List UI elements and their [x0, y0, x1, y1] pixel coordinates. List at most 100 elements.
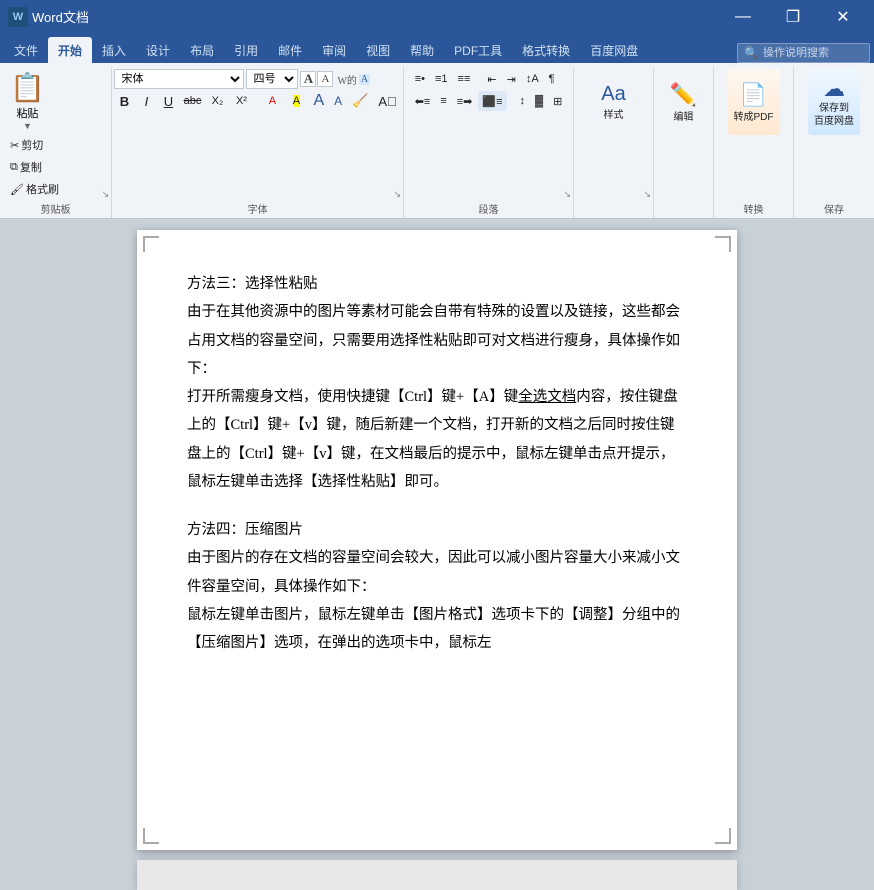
clear-format-icon: 🧹: [352, 93, 368, 109]
line-spacing-button[interactable]: ↕: [516, 91, 530, 111]
italic-button[interactable]: I: [136, 91, 156, 111]
section3-body2: 打开所需瘦身文档，使用快捷键【Ctrl】键+【A】键全选文档内容，按住键盘上的【…: [187, 383, 687, 496]
align-left-button[interactable]: ⬅≡: [411, 91, 435, 111]
text-effect-button[interactable]: A⃝: [374, 91, 400, 111]
align-left-icon: ⬅≡: [415, 95, 431, 108]
numbering-button[interactable]: ≡1: [431, 69, 452, 89]
font-size-select[interactable]: 四号: [246, 69, 298, 89]
tab-help[interactable]: 帮助: [400, 37, 444, 63]
group-styles: Aa 样式 ↘: [574, 67, 654, 218]
section4-title: 方法四：压缩图片: [187, 516, 687, 544]
para-row2: ⬅≡ ≡ ≡➡ ⬛≡ ↕ ▓ ⊞: [411, 91, 567, 111]
section3-underline-text: 全选文档: [518, 389, 576, 405]
styles-content: Aa 样式: [591, 69, 637, 218]
search-wrap[interactable]: 🔍: [737, 43, 870, 63]
increase-font-size-button[interactable]: A: [300, 71, 316, 87]
highlight-button[interactable]: A: [285, 91, 307, 111]
spacer: [187, 496, 687, 516]
group-paragraph: ≡• ≡1 ≡≡ ⇤ ⇥ ↕A ¶ ⬅≡ ≡ ≡➡ ⬛≡ ↕ ▓ ⊞ 段落 ↘: [404, 67, 574, 218]
group-editing: ✏️ 编辑: [654, 67, 714, 218]
bold-button[interactable]: B: [114, 91, 134, 111]
editing-content: ✏️ 编辑: [661, 69, 707, 218]
tab-review[interactable]: 审阅: [312, 37, 356, 63]
font-color-button[interactable]: A: [261, 91, 283, 111]
editing-button[interactable]: ✏️ 编辑: [661, 69, 707, 135]
tab-view[interactable]: 视图: [356, 37, 400, 63]
minimize-button[interactable]: —: [720, 0, 766, 33]
styles-button[interactable]: Aa 样式: [591, 69, 637, 135]
decrease-indent-icon: ⇤: [487, 73, 496, 86]
shading-button[interactable]: ▓: [531, 91, 547, 111]
restore-button[interactable]: ❐: [770, 0, 816, 33]
tab-insert[interactable]: 插入: [92, 37, 136, 63]
copy-button[interactable]: ⧉ 复制: [6, 157, 63, 177]
ribbon-tabs: 文件 开始 插入 设计 布局 引用 邮件 审阅 视图 帮助 PDF工具 格式转换…: [0, 33, 874, 63]
clear-format-button[interactable]: 🧹: [348, 91, 372, 111]
tab-home[interactable]: 开始: [48, 37, 92, 63]
save-to-cloud-button[interactable]: ☁ 保存到百度网盘: [808, 69, 860, 135]
subscript-icon: X₂: [212, 95, 224, 107]
underline-button[interactable]: U: [158, 91, 178, 111]
convert-content: 📄 转成PDF: [728, 69, 780, 199]
increase-indent-icon: ⇥: [507, 73, 516, 86]
cut-button[interactable]: ✂ 剪切: [6, 135, 63, 155]
paragraph-controls: ≡• ≡1 ≡≡ ⇤ ⇥ ↕A ¶ ⬅≡ ≡ ≡➡ ⬛≡ ↕ ▓ ⊞: [411, 69, 567, 199]
save-cloud-label: 保存到百度网盘: [814, 102, 854, 128]
tab-mailing[interactable]: 邮件: [268, 37, 312, 63]
search-bar: 🔍: [737, 43, 870, 63]
styles-expand-icon[interactable]: ↘: [643, 189, 651, 200]
show-marks-button[interactable]: ¶: [545, 69, 559, 89]
cut-icon: ✂: [10, 139, 19, 152]
subscript-button[interactable]: X₂: [206, 91, 228, 111]
borders-button[interactable]: ⊞: [549, 91, 566, 111]
search-input[interactable]: [763, 47, 863, 59]
font-row2: B I U abc X₂ X² A: [114, 91, 400, 111]
strikethrough-button[interactable]: abc: [180, 91, 204, 111]
font-color-icon: A: [269, 95, 276, 107]
paragraph-expand-icon[interactable]: ↘: [563, 189, 571, 200]
app-icon: W: [8, 7, 28, 27]
increase-indent-button[interactable]: ⇥: [503, 69, 520, 89]
font-size-decrease2[interactable]: A: [330, 91, 346, 111]
corner-tr: [715, 236, 731, 252]
paste-button[interactable]: 📋 粘贴 ▼: [6, 69, 49, 133]
tab-design[interactable]: 设计: [136, 37, 180, 63]
document-page-2: [137, 860, 737, 890]
shading-icon: ▓: [535, 95, 543, 107]
tab-convert[interactable]: 格式转换: [512, 37, 580, 63]
tab-file[interactable]: 文件: [4, 37, 48, 63]
tab-pdf[interactable]: PDF工具: [444, 37, 512, 63]
font-name-select[interactable]: 宋体: [114, 69, 244, 89]
line-spacing-icon: ↕: [520, 95, 526, 107]
tab-references[interactable]: 引用: [224, 37, 268, 63]
format-painter-button[interactable]: 🖌 格式刷: [6, 179, 63, 199]
multilevel-button[interactable]: ≡≡: [454, 69, 475, 89]
tab-baidu[interactable]: 百度网盘: [580, 37, 648, 63]
clipboard-expand-icon[interactable]: ↘: [102, 189, 110, 200]
sort-button[interactable]: ↕A: [522, 69, 543, 89]
justify-icon: ⬛≡: [482, 95, 502, 108]
close-button[interactable]: ✕: [820, 0, 866, 33]
decrease-font-size-button[interactable]: A: [317, 71, 333, 87]
align-right-button[interactable]: ≡➡: [453, 91, 477, 111]
to-pdf-button[interactable]: 📄 转成PDF: [728, 69, 780, 135]
group-convert: 📄 转成PDF 转换: [714, 67, 794, 218]
show-marks-icon: ¶: [549, 73, 555, 85]
ribbon-content: 📋 粘贴 ▼ ✂ 剪切 ⧉ 复制 🖌 格式刷 剪贴板 ↘: [0, 63, 874, 218]
font-size-increase2[interactable]: A: [309, 91, 328, 111]
copy-icon: ⧉: [10, 161, 18, 174]
font-controls: 宋体 四号 A A W的 A B I: [114, 69, 400, 199]
bullets-button[interactable]: ≡•: [411, 69, 429, 89]
decrease-indent-button[interactable]: ⇤: [483, 69, 500, 89]
font-expand-icon[interactable]: ↘: [393, 189, 401, 200]
superscript-button[interactable]: X²: [230, 91, 252, 111]
group-save: ☁ 保存到百度网盘 保存: [794, 67, 874, 218]
font-size-adjusters: A A: [300, 71, 333, 87]
tab-layout[interactable]: 布局: [180, 37, 224, 63]
section4-body1: 由于图片的存在文档的容量空间会较大，因此可以减小图片容量大小来减小文件容量空间，…: [187, 544, 687, 601]
align-right-icon: ≡➡: [457, 95, 473, 108]
superscript-icon: X²: [236, 95, 247, 107]
paste-icon: 📋: [10, 71, 45, 105]
center-button[interactable]: ≡: [436, 91, 450, 111]
justify-button[interactable]: ⬛≡: [478, 91, 506, 111]
